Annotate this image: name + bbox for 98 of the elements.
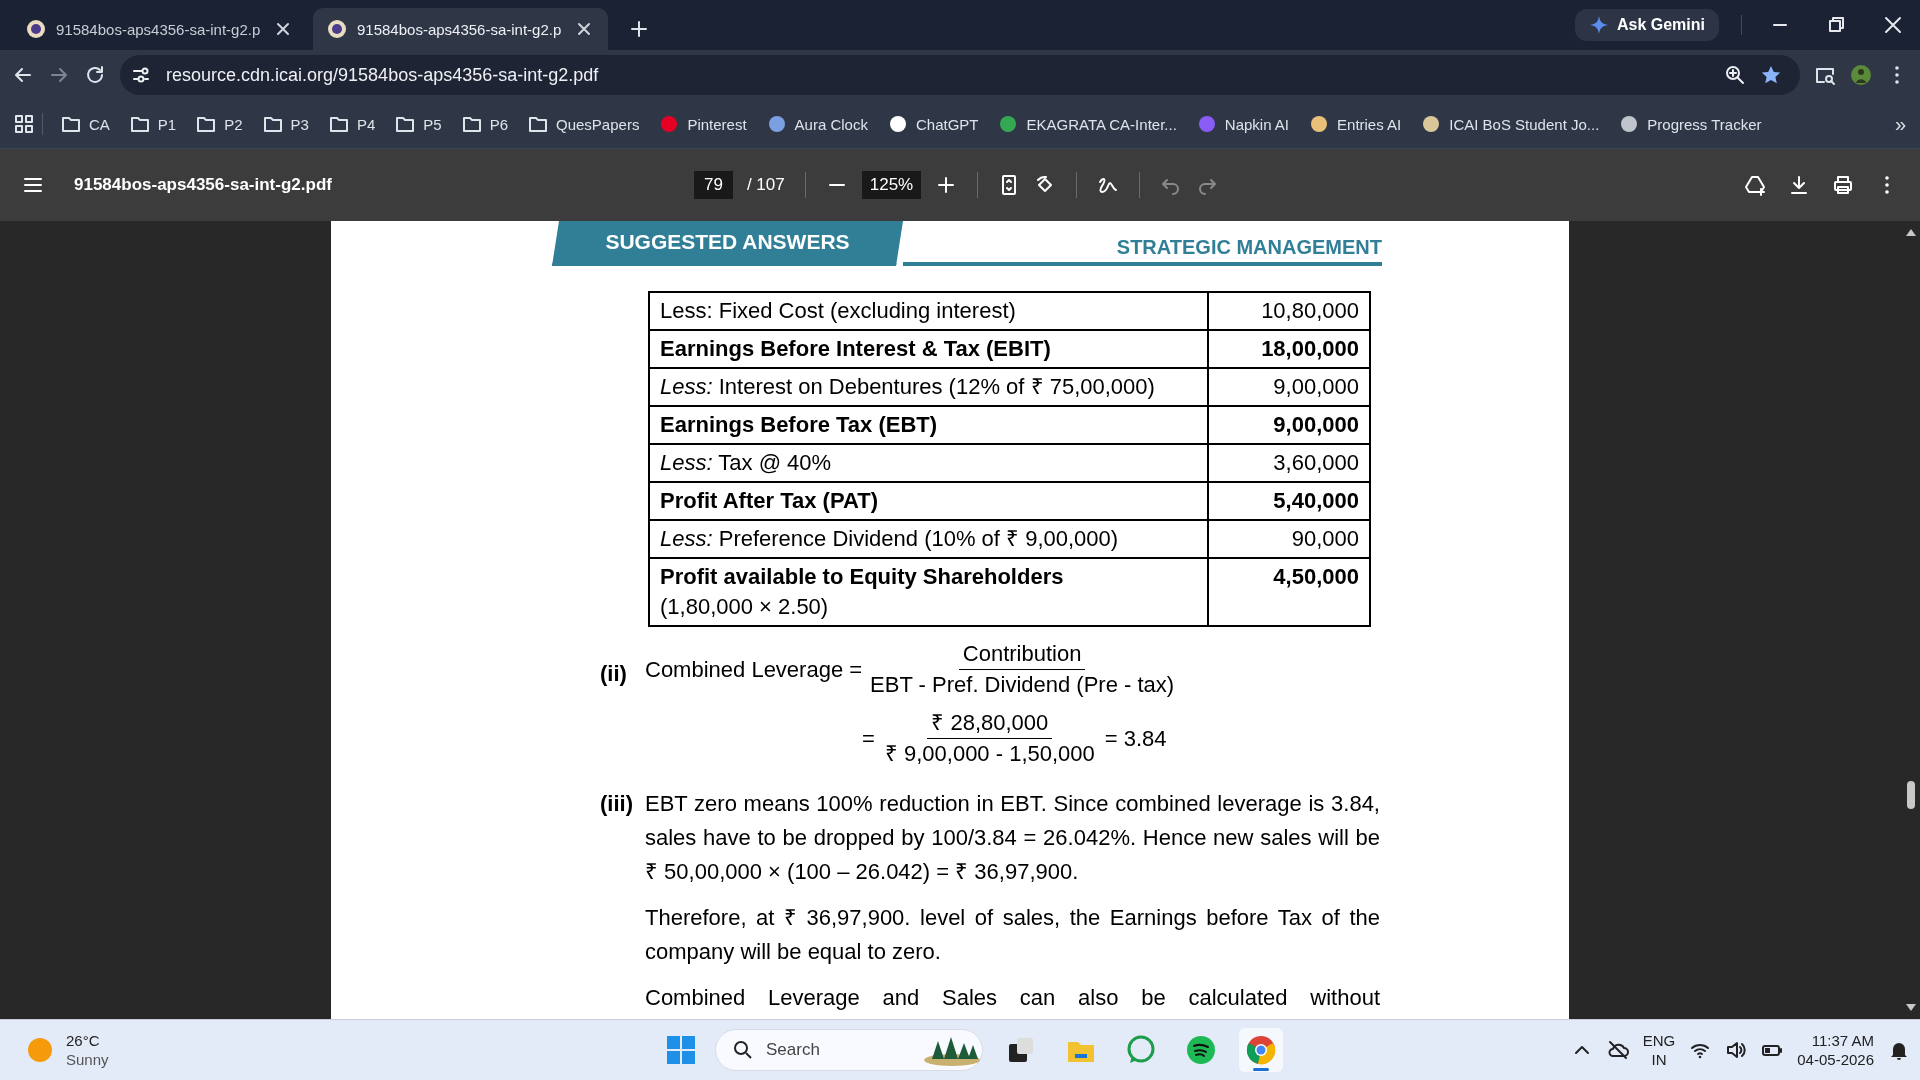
row-note: (1,80,000 × 2.50) xyxy=(660,595,830,619)
page-number-field[interactable]: 79 xyxy=(694,171,733,199)
table-cell: 3,60,000 xyxy=(1208,444,1370,482)
paragraph: EBT zero means 100% reduction in EBT. Since combined leverage is 3.84, sales have to be dropped by 100/3.84 = 26.042%. Hence new sales will be ₹ 50,00,000 × (100 – 26.042) = ₹ 36,97,900. xyxy=(645,790,1380,886)
clock[interactable]: 11:37 AM 04-05-2026 xyxy=(1797,1031,1874,1069)
folder-icon xyxy=(262,115,283,133)
site-icon xyxy=(1309,115,1330,133)
table-cell: Less: Preference Dividend (10% of ₹ 9,00,000) xyxy=(649,520,1208,558)
bookmark[interactable]: P3 xyxy=(252,115,319,133)
table-cell: 18,00,000 xyxy=(1208,330,1370,368)
bookmark[interactable]: ICAI BoS Student Jo... xyxy=(1411,115,1610,133)
bookmark[interactable]: EKAGRATA CA-Inter... xyxy=(988,115,1187,133)
bookmark[interactable]: P2 xyxy=(186,115,253,133)
table-cell: 9,00,000 xyxy=(1208,368,1370,406)
bookmark[interactable]: Aura Clock xyxy=(756,115,878,133)
drive-icon[interactable] xyxy=(1744,174,1766,196)
fraction: Contribution EBT - Pref. Dividend (Pre - tax) xyxy=(870,639,1175,699)
scroll-up-icon[interactable] xyxy=(1905,227,1917,237)
emblem-icon xyxy=(327,19,347,39)
site-icon xyxy=(998,115,1019,133)
table-cell: 5,40,000 xyxy=(1208,482,1370,520)
subject-heading: STRATEGIC MANAGEMENT xyxy=(903,221,1382,266)
emblem-icon xyxy=(26,19,46,39)
weather-widget[interactable]: 26°C Sunny xyxy=(0,1031,663,1069)
browser-tab[interactable]: 91584bos-aps4356-sa-int-g2.p xyxy=(12,8,307,50)
table-cell: Less: Fixed Cost (excluding interest) xyxy=(649,292,1208,330)
music-icon xyxy=(1185,1034,1217,1066)
bookmark[interactable]: QuesPapers xyxy=(518,115,650,133)
equals-sign: = xyxy=(862,724,875,753)
bookmark[interactable]: P1 xyxy=(119,115,187,133)
fraction: ₹ 28,80,000 ₹ 9,00,000 - 1,50,000 xyxy=(884,708,1095,768)
item-label: (iii) xyxy=(600,790,634,818)
folder-icon xyxy=(528,115,548,133)
bookmark[interactable]: Entries AI xyxy=(1299,115,1412,133)
bookmark[interactable]: Napkin AI xyxy=(1186,115,1300,133)
volume-icon[interactable] xyxy=(1725,1039,1748,1061)
folder-icon xyxy=(328,115,349,133)
avatar-icon[interactable] xyxy=(1850,64,1872,86)
table-cell: Less: Interest on Debentures (12% of ₹ 75,00,000) xyxy=(649,368,1208,406)
folder-icon xyxy=(395,115,416,133)
folder-icon xyxy=(196,115,217,133)
item-label: (ii) xyxy=(600,660,628,688)
bookmark[interactable]: Progress Tracker xyxy=(1609,115,1772,133)
table-cell: Earnings Before Tax (EBT) xyxy=(649,406,1208,444)
formula-result: = 3.84 xyxy=(1104,724,1167,753)
table-cell: Less: Tax @ 40% xyxy=(649,444,1208,482)
search-field[interactable]: Search xyxy=(715,1029,983,1071)
language-indicator[interactable]: ENG IN xyxy=(1642,1031,1676,1069)
site-icon xyxy=(766,115,787,133)
table-cell: 90,000 xyxy=(1208,520,1370,558)
row-label: Profit available to Equity Shareholders xyxy=(660,564,1064,589)
page-count: / 107 xyxy=(746,175,785,195)
folder-icon xyxy=(129,115,150,133)
section-banner: SUGGESTED ANSWERS xyxy=(552,221,903,266)
bookmark[interactable]: P5 xyxy=(385,115,452,133)
chat-icon xyxy=(1125,1034,1157,1066)
scroll-down-icon[interactable] xyxy=(1905,1003,1917,1013)
bookmark[interactable]: P4 xyxy=(318,115,386,133)
cloud-off-icon[interactable] xyxy=(1606,1039,1629,1061)
print-icon[interactable] xyxy=(1832,174,1854,196)
site-icon xyxy=(887,115,908,133)
paragraph: Therefore, at ₹ 36,97,900. level of sales, the Earnings before Tax of the company will be equal to zero. xyxy=(645,904,1380,966)
browser-icon xyxy=(1245,1034,1277,1066)
browser-tab[interactable]: 91584bos-aps4356-sa-int-g2.p xyxy=(313,8,608,50)
star-icon[interactable] xyxy=(1760,64,1782,86)
new-tab-icon[interactable] xyxy=(628,18,650,40)
url-text: resource.cdn.icai.org/91584bos-aps4356-sa-int-g2.pdf xyxy=(166,64,600,86)
zoom-field[interactable]: 125% xyxy=(861,171,922,199)
apps-icon[interactable] xyxy=(14,115,34,133)
bookmark[interactable]: P6 xyxy=(451,115,518,133)
site-icon xyxy=(1196,115,1217,133)
scrollbar-thumb[interactable] xyxy=(1907,781,1915,809)
site-icon xyxy=(1619,115,1640,133)
bookmark[interactable]: CA xyxy=(51,115,120,133)
table-cell: Profit After Tax (PAT) xyxy=(649,482,1208,520)
table-cell: Earnings Before Interest & Tax (EBIT) xyxy=(649,330,1208,368)
formula-text: Combined Leverage = xyxy=(645,655,863,684)
table-cell: 9,00,000 xyxy=(1208,406,1370,444)
file-name: 91584bos-aps4356-sa-int-g2.pdf xyxy=(74,175,333,195)
bookmark[interactable]: Pinterest xyxy=(649,115,757,133)
zoom-icon[interactable] xyxy=(1724,64,1746,86)
reload-icon[interactable] xyxy=(84,64,106,86)
temperature: 26°C xyxy=(66,1031,101,1050)
site-icon xyxy=(659,115,680,133)
table-cell: 10,80,000 xyxy=(1208,292,1370,330)
more-bookmarks-button[interactable]: » xyxy=(1894,112,1906,136)
weather-condition: Sunny xyxy=(66,1050,109,1069)
site-icon xyxy=(1421,115,1442,133)
table-cell: 4,50,000 xyxy=(1208,558,1370,626)
address-bar[interactable]: resource.cdn.icai.org/91584bos-aps4356-sa-int-g2.pdf xyxy=(120,55,1800,95)
download-icon[interactable] xyxy=(1788,174,1810,196)
sun-icon xyxy=(26,1036,54,1064)
ask-button[interactable]: Ask Gemini xyxy=(1574,9,1719,41)
bookmark[interactable]: ChatGPT xyxy=(877,115,989,133)
folder-icon xyxy=(61,115,81,133)
paragraph: Combined Leverage and Sales can also be calculated without xyxy=(645,984,1380,1012)
search-icon xyxy=(732,1039,754,1061)
folder-icon xyxy=(461,115,482,133)
